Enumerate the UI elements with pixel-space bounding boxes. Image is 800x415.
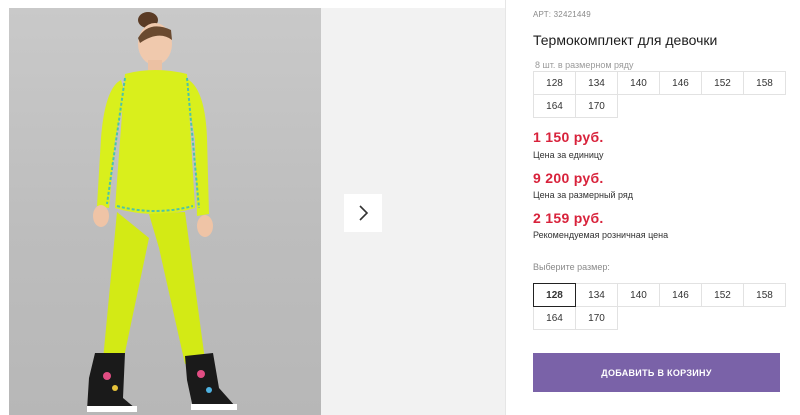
add-to-cart-button[interactable]: ДОБАВИТЬ В КОРЗИНУ — [533, 353, 780, 392]
unit-price-label: Цена за единицу — [533, 150, 604, 160]
size-option-158[interactable]: 158 — [743, 283, 786, 307]
panel-divider — [505, 0, 506, 415]
row-price-label: Цена за размерный ряд — [533, 190, 634, 200]
size-row-cell: 128 — [533, 71, 576, 95]
size-row-note: 8 шт. в размерном ряду — [535, 60, 634, 70]
gallery-next-button[interactable] — [344, 194, 382, 232]
size-option-134[interactable]: 134 — [575, 283, 618, 307]
size-row-cell: 140 — [617, 71, 660, 95]
product-title: Термокомплект для девочки — [533, 32, 718, 48]
size-option-164[interactable]: 164 — [533, 306, 576, 330]
size-option-146[interactable]: 146 — [659, 283, 702, 307]
size-row-cell: 146 — [659, 71, 702, 95]
size-row-cell: 134 — [575, 71, 618, 95]
retail-price: 2 159 руб. — [533, 210, 604, 226]
size-row-grid: 128 134 140 146 152 158 164 170 — [533, 71, 786, 118]
size-option-170[interactable]: 170 — [575, 306, 618, 330]
size-row-cell: 158 — [743, 71, 786, 95]
size-row-cell: 170 — [575, 94, 618, 118]
unit-price: 1 150 руб. — [533, 129, 604, 145]
size-row-cell: 164 — [533, 94, 576, 118]
size-option-152[interactable]: 152 — [701, 283, 744, 307]
model-illustration — [87, 12, 237, 412]
article-number: АРТ: 32421449 — [533, 10, 591, 19]
choose-size-label: Выберите размер: — [533, 262, 610, 272]
chevron-right-icon — [359, 205, 369, 221]
product-photo[interactable] — [9, 8, 321, 415]
retail-price-label: Рекомендуемая розничная цена — [533, 230, 669, 240]
row-price: 9 200 руб. — [533, 170, 604, 186]
size-option-128[interactable]: 128 — [533, 283, 576, 307]
size-row-cell: 152 — [701, 71, 744, 95]
product-gallery — [0, 0, 505, 415]
size-selector: 128 134 140 146 152 158 164 170 — [533, 283, 786, 330]
size-option-140[interactable]: 140 — [617, 283, 660, 307]
